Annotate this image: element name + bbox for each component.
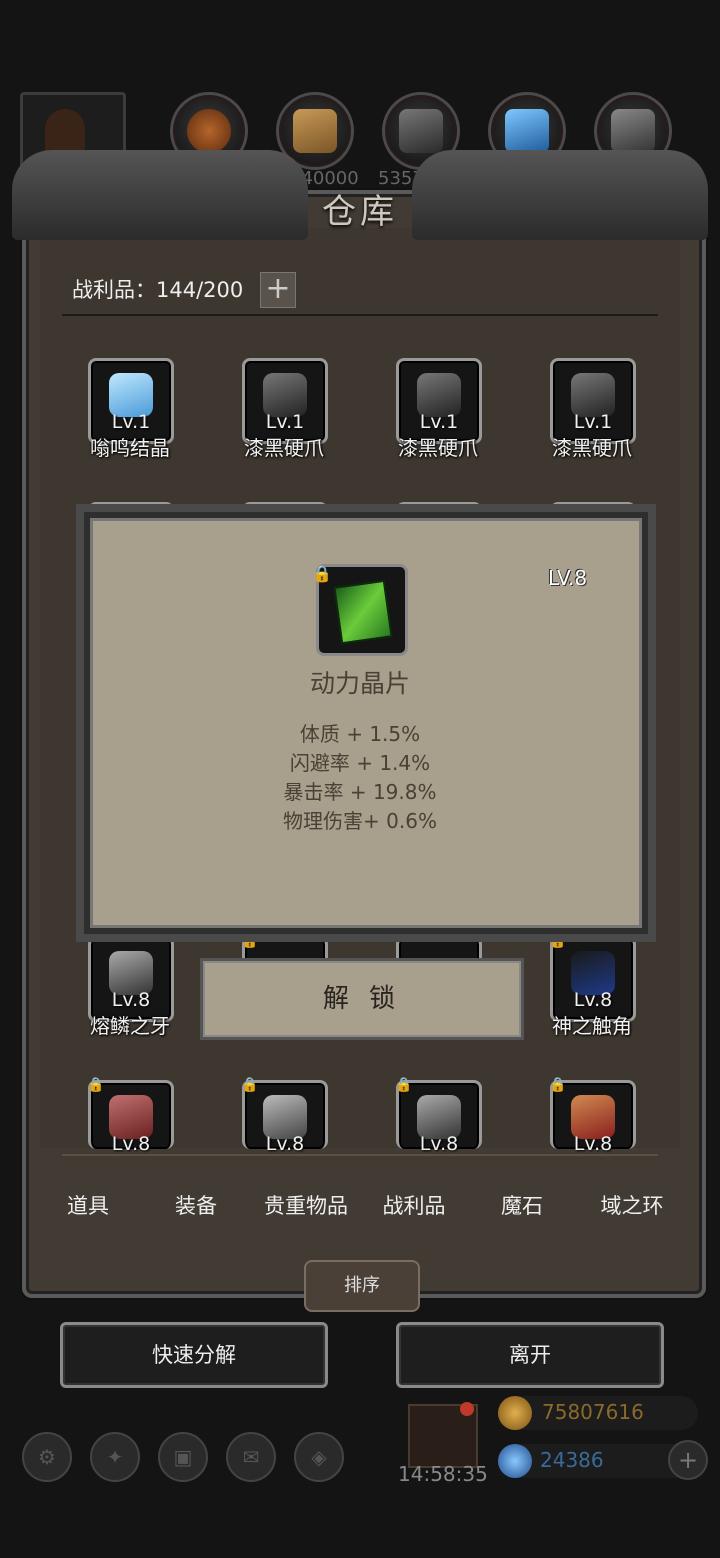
dice-menu-icon[interactable]: ◈ bbox=[294, 1432, 344, 1482]
tab-divider bbox=[62, 1154, 658, 1156]
item-slot[interactable]: 🔒 Lv.8 bbox=[395, 1077, 482, 1155]
lock-icon: 🔒 bbox=[549, 1077, 567, 1093]
gem-icon bbox=[498, 1444, 532, 1478]
gem-amount: 24386 bbox=[540, 1448, 604, 1472]
item-level: Lv.1 bbox=[419, 411, 459, 433]
mail-menu-icon[interactable]: ✉ bbox=[226, 1432, 276, 1482]
book-menu-icon[interactable]: ▣ bbox=[158, 1432, 208, 1482]
loot-count: 战利品：144/200 bbox=[72, 278, 244, 302]
tab-equipment[interactable]: 装备 bbox=[142, 1190, 250, 1220]
ornament-left bbox=[12, 150, 308, 240]
page-title: 仓库 bbox=[322, 192, 398, 232]
tab-items[interactable]: 道具 bbox=[34, 1190, 142, 1220]
leave-button[interactable]: 离开 bbox=[396, 1322, 664, 1388]
star-menu-icon[interactable]: ✦ bbox=[90, 1432, 140, 1482]
gold-coin-icon bbox=[498, 1396, 532, 1430]
popup-item-name: 动力晶片 bbox=[309, 669, 410, 698]
item-level: Lv.8 bbox=[573, 989, 613, 1011]
add-currency-button[interactable]: + bbox=[668, 1440, 708, 1480]
item-name: 嗡鸣结晶 bbox=[90, 436, 170, 460]
ornament-right bbox=[412, 150, 708, 240]
expand-capacity-button[interactable]: + bbox=[260, 272, 296, 308]
plus-icon: + bbox=[265, 271, 291, 306]
wood-icon bbox=[293, 109, 337, 153]
item-slot[interactable]: 🔒 Lv.8 bbox=[549, 1077, 636, 1155]
popup-stat: 物理伤害+ 0.6% bbox=[283, 809, 437, 833]
popup-stat: 闪避率 + 1.4% bbox=[289, 751, 431, 775]
sort-button[interactable]: 排序 bbox=[304, 1260, 420, 1312]
lock-icon: 🔒 bbox=[312, 564, 332, 583]
quick-decompose-button[interactable]: 快速分解 bbox=[60, 1322, 328, 1388]
popup-item-level: LV.8 bbox=[548, 566, 588, 590]
item-level: Lv.8 bbox=[573, 1133, 613, 1155]
item-level: Lv.8 bbox=[419, 1133, 459, 1155]
tab-valuables[interactable]: 贵重物品 bbox=[252, 1190, 360, 1220]
item-name: 神之触角 bbox=[552, 1014, 632, 1038]
item-slot[interactable]: 🔒 Lv.8 bbox=[87, 1077, 174, 1155]
gold-amount: 75807616 bbox=[542, 1400, 644, 1424]
lock-icon: 🔒 bbox=[395, 1077, 413, 1093]
popup-stat: 体质 + 1.5% bbox=[299, 722, 421, 746]
item-level: Lv.1 bbox=[111, 411, 151, 433]
item-level: Lv.8 bbox=[111, 1133, 151, 1155]
unlock-button[interactable]: 解 锁 bbox=[200, 958, 524, 1040]
tab-domain-rings[interactable]: 域之环 bbox=[578, 1190, 686, 1220]
iron-icon bbox=[611, 109, 655, 153]
tab-magic-stones[interactable]: 魔石 bbox=[468, 1190, 576, 1220]
settings-icon[interactable]: ⚙ bbox=[22, 1432, 72, 1482]
item-name: 熔鳞之牙 bbox=[90, 1014, 170, 1038]
popup-stat: 暴击率 + 19.8% bbox=[283, 780, 437, 804]
item-name: 漆黑硬爪 bbox=[244, 436, 324, 460]
lock-icon: 🔒 bbox=[241, 1077, 259, 1093]
plus-icon: + bbox=[677, 1446, 699, 1474]
tab-loot[interactable]: 战利品 bbox=[360, 1190, 468, 1220]
item-slot[interactable]: 🔒 Lv.8 bbox=[241, 1077, 328, 1155]
item-level: Lv.1 bbox=[265, 411, 305, 433]
item-name: 漆黑硬爪 bbox=[552, 436, 632, 460]
item-level: Lv.1 bbox=[573, 411, 613, 433]
stone-icon bbox=[399, 109, 443, 153]
item-name: 漆黑硬爪 bbox=[398, 436, 478, 460]
divider bbox=[62, 314, 658, 316]
lock-icon: 🔒 bbox=[87, 1077, 105, 1093]
power-chip-icon bbox=[333, 579, 393, 645]
crystal-icon bbox=[505, 109, 549, 153]
item-level: Lv.8 bbox=[265, 1133, 305, 1155]
lock-icon: 🔒 bbox=[549, 933, 567, 949]
lock-icon: 🔒 bbox=[241, 933, 259, 949]
notification-dot bbox=[460, 1402, 474, 1416]
item-level: Lv.8 bbox=[111, 989, 151, 1011]
resource-orb-icon bbox=[187, 109, 231, 153]
event-timer: 14:58:35 bbox=[398, 1462, 488, 1486]
